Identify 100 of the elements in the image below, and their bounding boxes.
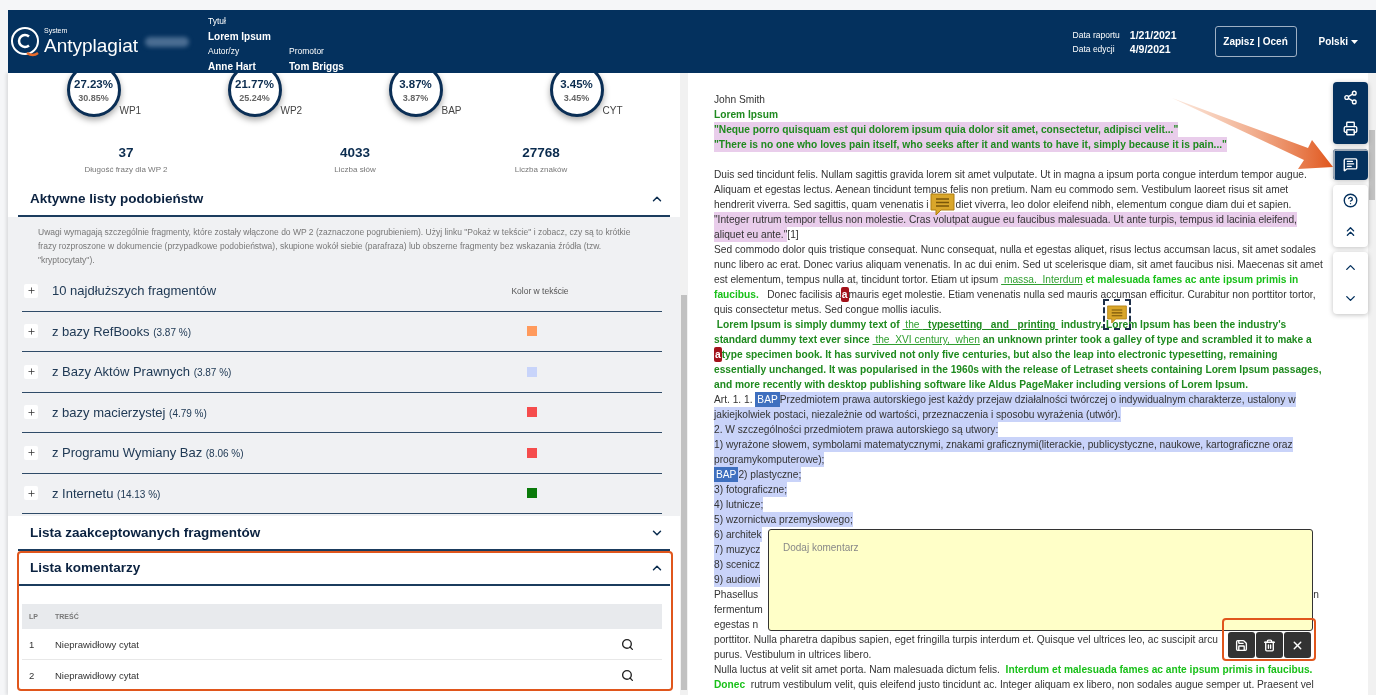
text-fragment: a bbox=[714, 347, 722, 362]
field-value: Anne Hart bbox=[208, 60, 257, 74]
comment-icon[interactable] bbox=[928, 192, 956, 217]
stat-value: 37 bbox=[118, 145, 134, 160]
column-header: Kolor w tekście bbox=[511, 285, 569, 296]
comment-button[interactable] bbox=[1333, 149, 1368, 180]
text-fragment: et malesuada fames ac ante ipsum primis in bbox=[1084, 273, 1299, 287]
expand-button[interactable] bbox=[24, 445, 38, 460]
text-fragment: Art. 1. 1. bbox=[714, 393, 754, 407]
source-tag: BAP bbox=[755, 392, 780, 407]
gauge-label: WP2 bbox=[280, 105, 303, 116]
text-fragment: Donec bbox=[714, 678, 746, 692]
language-dropdown[interactable]: Polski bbox=[1312, 35, 1364, 48]
text-fragment: hendrerit viverra. Sed sagittis, quam venenatis i bbox=[714, 198, 929, 212]
text-fragment: purus. Vestibulum in ultrices libero. bbox=[714, 648, 872, 662]
source-name: z Programu Wymiany Baz (8.06 %) bbox=[52, 445, 245, 461]
comment-field[interactable]: Dodaj komentarz bbox=[768, 529, 1313, 631]
source-name: z Bazy Aktów Prawnych (3.87 %) bbox=[52, 364, 233, 380]
stat-value: 27768 bbox=[522, 145, 560, 160]
gauge-label: WP1 bbox=[119, 105, 142, 116]
date-label: Data edycji bbox=[1072, 43, 1116, 54]
section-title: Lista komentarzy bbox=[30, 560, 141, 575]
section-header[interactable]: Lista komentarzy bbox=[18, 551, 670, 586]
text-fragment: Interdum et malesuada fames ac ante ipsum primis in faucibus. bbox=[1005, 663, 1313, 677]
save-rate-button[interactable]: Zapisz | Oceń bbox=[1214, 26, 1297, 57]
expand-button[interactable] bbox=[24, 364, 38, 379]
plus-icon bbox=[26, 407, 36, 417]
section-header[interactable]: Lista zaakceptowanych fragmentów bbox=[18, 516, 670, 551]
field-label: Tytuł bbox=[208, 15, 227, 28]
text-fragment: 6) architek bbox=[714, 527, 762, 542]
search-button[interactable] bbox=[620, 637, 634, 651]
gauge-subvalue: 3.87% bbox=[402, 92, 429, 103]
text-fragment: est elementum, tempus nulla at, tincidunt tortor. Etiam ut ipsum bbox=[714, 273, 1000, 287]
gauge-subvalue: 30.85% bbox=[78, 92, 109, 103]
delete-button[interactable] bbox=[1256, 632, 1283, 658]
text-fragment: 5) wzornictwa przemysłowego; bbox=[714, 512, 853, 527]
search-icon bbox=[620, 668, 634, 682]
expand-button[interactable] bbox=[24, 405, 38, 420]
text-fragment: diet viverra, leo dolor eleifend nibh, elementum congue diam dui et sapien. bbox=[955, 198, 1292, 212]
text-fragment: "Neque porro quisquam est qui dolorem ipsum quia dolor sit amet, consectetur, adipisci velit..." bbox=[714, 122, 1179, 137]
table-cell-text: 2 bbox=[29, 669, 36, 681]
plus-icon bbox=[26, 367, 36, 377]
field-value: Tom Briggs bbox=[289, 60, 345, 74]
stat-label: Liczba słów bbox=[334, 165, 376, 174]
text-fragment: Donec facilisis a bbox=[766, 288, 841, 302]
help-icon bbox=[1343, 193, 1358, 208]
table-cell-text: Nieprawidłowy cytat bbox=[55, 638, 140, 650]
stat-value: 4033 bbox=[339, 145, 370, 160]
text-fragment: Sed commodo dolor quis tristique consequat. Nunc consequat, nulla et egestas aliquet, risus lectus accumsan lacus, sit amet sodales bbox=[714, 243, 1316, 257]
text-fragment: essentially unchanged. It was popularised in the 1960s with the release of Letraset sheets containing Lorem Ipsum passages, bbox=[714, 363, 1322, 377]
text-link[interactable]: massa. Interdum bbox=[1001, 272, 1083, 287]
text-fragment: Nulla luctus at velit sit amet porta. Nam malesuada dictum felis. bbox=[714, 663, 1001, 677]
table-cell-text: 1 bbox=[29, 638, 36, 650]
save-button[interactable] bbox=[1228, 632, 1255, 658]
text-link[interactable]: the XVI century, when bbox=[872, 332, 980, 347]
text-fragment: industry. Lorem Ipsum has been the industry's bbox=[1060, 318, 1287, 332]
trash-icon bbox=[1263, 638, 1276, 652]
text-fragment: Phasellus bbox=[714, 588, 759, 602]
text-fragment: "There is no one who loves pain itself, who seeks after it and wants to have it, simply because it is pain..." bbox=[714, 137, 1227, 152]
text-fragment: rutrum vestibulum velit, quis eleifend justo tincidunt ac. Integer aliquam ex libero, non sodales augue semper ut. Praesent vel bbox=[749, 678, 1314, 692]
plus-icon bbox=[26, 448, 36, 458]
gauge-subvalue: 3.45% bbox=[563, 92, 590, 103]
search-button[interactable] bbox=[620, 668, 634, 682]
date-value: 1/21/2021 bbox=[1129, 28, 1177, 41]
text-fragment: jakiejkolwiek postaci, niezależnie od wartości, przeznaczenia i sposobu wyrażenia (utwór). bbox=[714, 407, 1121, 422]
expand-button[interactable] bbox=[24, 324, 38, 339]
text-link[interactable]: typesetting and printing bbox=[922, 317, 1059, 332]
gauge-value: 27.23% bbox=[74, 77, 113, 90]
expand-button[interactable] bbox=[24, 283, 38, 298]
field-label: Promotor bbox=[289, 45, 325, 58]
text-fragment: a bbox=[840, 287, 849, 302]
scrollbar[interactable] bbox=[680, 73, 688, 695]
text-fragment: Lorem Ipsum is simply dummy text of bbox=[715, 318, 901, 332]
text-fragment: Przedmiotem prawa autorskiego jest każdy przejaw działalności twórczej o indywidualnym charakterze, ustalony w bbox=[779, 392, 1296, 407]
text-fragment: John Smith bbox=[714, 93, 765, 107]
text-fragment: an unknown printer took a galley of type and scrambled it to make a bbox=[981, 333, 1312, 347]
text-fragment: mauris eget molestie. Etiam venenatis nulla sed mauris accumsan efficitur. Curabitur non porttitor tortor, bbox=[848, 288, 1316, 302]
plus-icon bbox=[26, 286, 36, 296]
stat-label: Długość frazy dla WP 2 bbox=[84, 165, 168, 174]
section-title: Aktywne listy podobieństw bbox=[30, 191, 204, 206]
text-fragment: Duis sed tincidunt felis. Nullam sagittis gravida lorem sit amet vulputate. Ut in magna a ipsum porta congue interdum tempor augue. bbox=[714, 168, 1307, 182]
brand-name: Antyplagiat bbox=[44, 34, 138, 57]
text-fragment: quis consectetur metus. Sed congue mollis iaculis. bbox=[714, 303, 942, 317]
field-value: Lorem Ipsum bbox=[208, 30, 272, 44]
text-fragment: fermentum bbox=[714, 603, 763, 617]
text-fragment: type specimen book. It has survived not only five centuries, but also the leap into electronic typesetting, remaining bbox=[721, 348, 1278, 362]
date-label: Data raportu bbox=[1072, 29, 1120, 40]
text-link[interactable]: the bbox=[902, 317, 923, 332]
expand-button[interactable] bbox=[24, 486, 38, 501]
text-fragment: n bbox=[1313, 588, 1319, 602]
source-tag: BAP bbox=[714, 467, 739, 482]
info-text: Uwagi wymagają szczególnie fragmenty, które zostały włączone do WP 2 (zaznaczone pogrubieniem). Użyj linku "Pokaż w tekście" i zobacz, czy są to krótkie frazy rozproszone w dokumencie (przypadkowe podobieństwa), skupione wokół siebie (parafraza) lub obszerne fragmenty bez wskazania źródła (tzw. "kryptocytaty"). bbox=[38, 226, 632, 267]
plus-icon bbox=[26, 326, 36, 336]
text-fragment: 1) wyrażone słowem, symbolami matematycznymi, znakami graficznymi(literackie, publicystyczne, naukowe, kartograficzne oraz bbox=[714, 437, 1293, 452]
field-label: Autor/zy bbox=[208, 45, 241, 58]
comment-input[interactable]: Dodaj komentarz bbox=[781, 540, 1300, 620]
close-button[interactable] bbox=[1284, 632, 1311, 658]
scrollbar[interactable] bbox=[1368, 73, 1376, 695]
plus-icon bbox=[26, 488, 36, 498]
table-cell-text: Nieprawidłowy cytat bbox=[55, 669, 140, 681]
